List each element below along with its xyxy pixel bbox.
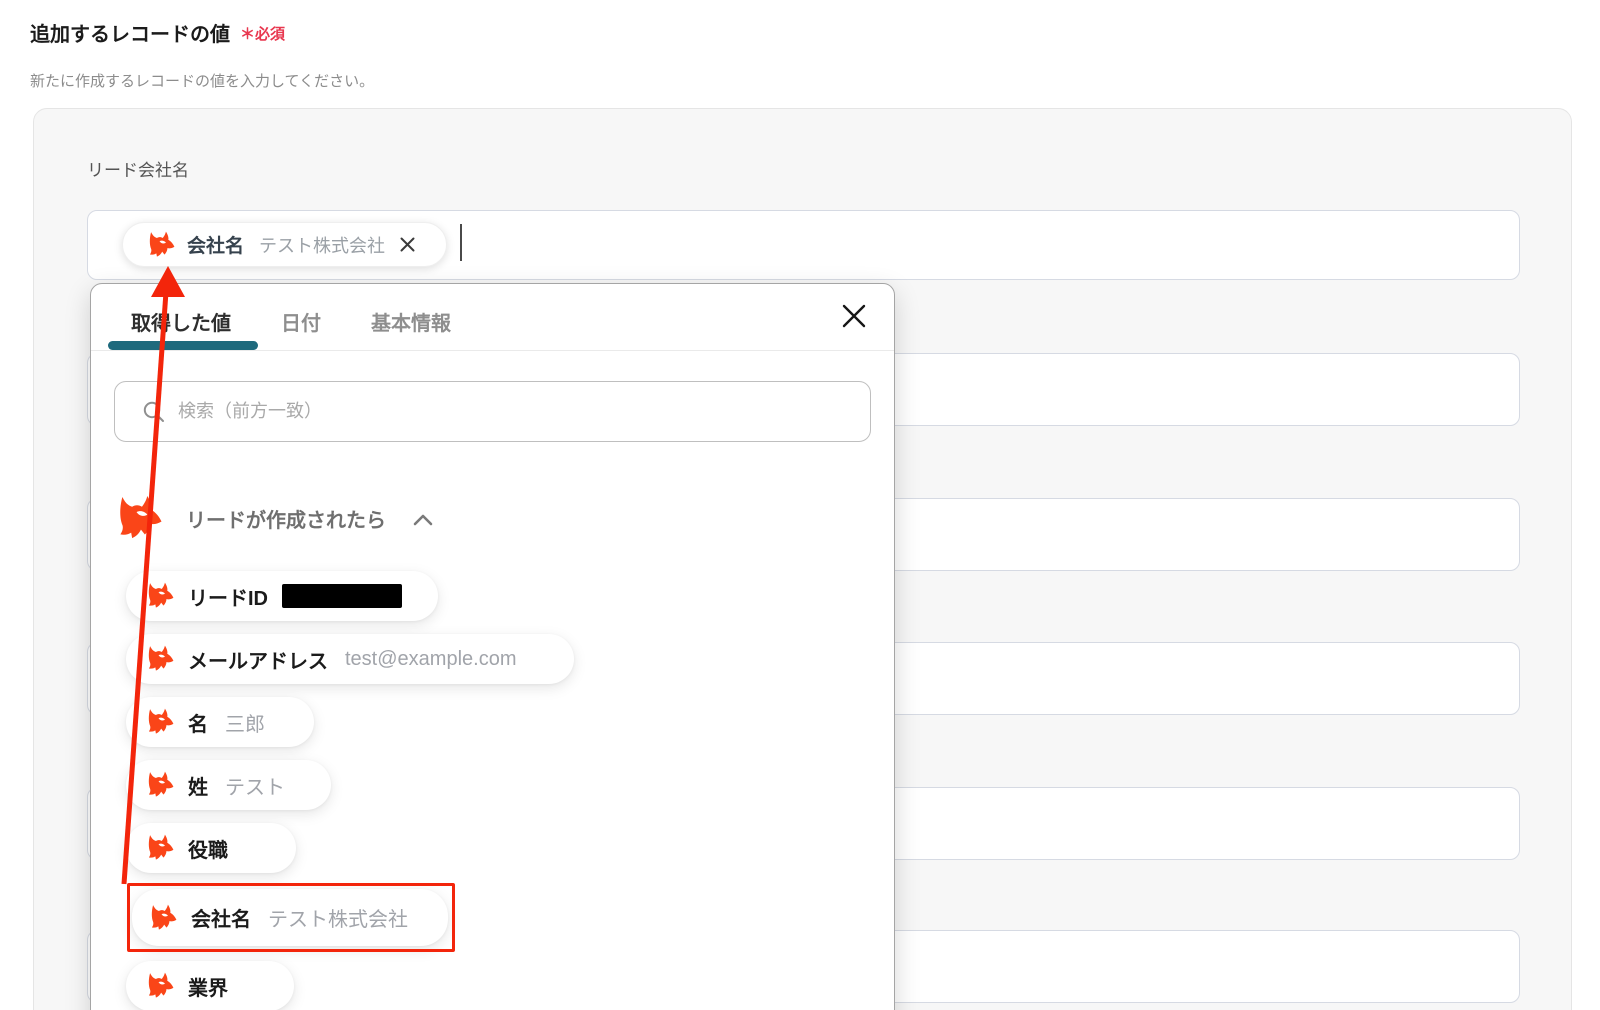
variable-item-lead-id[interactable]: リードID bbox=[126, 571, 438, 621]
tab-basic-info[interactable]: 基本情報 bbox=[371, 307, 451, 336]
variable-item-email[interactable]: メールアドレス test@example.com bbox=[126, 634, 574, 684]
active-tab-underline bbox=[108, 341, 258, 350]
chevron-up-icon bbox=[413, 514, 433, 526]
variable-search-input[interactable] bbox=[176, 400, 820, 423]
variable-item-industry[interactable]: 業界 bbox=[126, 961, 294, 1010]
item-label: メールアドレス bbox=[188, 650, 328, 673]
fox-icon bbox=[147, 231, 175, 259]
item-label: 名 bbox=[188, 713, 208, 736]
variable-search-box bbox=[114, 381, 871, 442]
variable-item-first-name[interactable]: 名 三郎 bbox=[126, 697, 314, 747]
item-label: リードID bbox=[188, 587, 268, 610]
chip-value: テスト株式会社 bbox=[259, 235, 386, 256]
item-label: 姓 bbox=[188, 776, 208, 799]
item-value: 三郎 bbox=[225, 713, 265, 736]
tab-divider bbox=[91, 350, 894, 351]
fox-icon bbox=[146, 708, 174, 736]
record-value-editor: 追加するレコードの値 ＊必須 新たに作成するレコードの値を入力してください。 リー… bbox=[0, 0, 1600, 1010]
text-cursor bbox=[460, 224, 462, 261]
redacted-value-box bbox=[282, 584, 402, 608]
item-value: test@example.com bbox=[345, 647, 517, 670]
variable-chip[interactable]: 会社名 テスト株式会社 bbox=[122, 222, 447, 267]
item-label: 役職 bbox=[188, 839, 228, 862]
required-badge: ＊必須 bbox=[240, 26, 286, 43]
fox-icon bbox=[146, 834, 174, 862]
item-label: 業界 bbox=[188, 977, 228, 1000]
fox-icon bbox=[114, 495, 164, 542]
fox-icon bbox=[146, 582, 174, 610]
fox-icon bbox=[146, 645, 174, 673]
fox-icon bbox=[146, 972, 174, 1000]
popup-close-button[interactable] bbox=[839, 301, 869, 331]
close-icon bbox=[842, 304, 866, 328]
trigger-group-header[interactable]: リードが作成されたら bbox=[114, 490, 433, 546]
annotation-highlight-box bbox=[127, 883, 455, 952]
trigger-group-label: リードが作成されたら bbox=[186, 509, 386, 532]
tab-retrieved-values[interactable]: 取得した値 bbox=[131, 307, 231, 336]
tab-date[interactable]: 日付 bbox=[281, 307, 321, 336]
variable-item-job-title[interactable]: 役職 bbox=[126, 823, 296, 873]
chip-remove-icon[interactable] bbox=[399, 236, 416, 253]
page-subtitle: 新たに作成するレコードの値を入力してください。 bbox=[30, 73, 375, 90]
page-title: 追加するレコードの値 ＊必須 bbox=[30, 24, 286, 46]
item-value: テスト bbox=[225, 776, 285, 799]
lead-company-label: リード会社名 bbox=[87, 161, 189, 180]
chip-label: 会社名 bbox=[187, 236, 245, 257]
variable-item-last-name[interactable]: 姓 テスト bbox=[126, 760, 331, 810]
search-icon bbox=[143, 401, 164, 422]
fox-icon bbox=[146, 771, 174, 799]
